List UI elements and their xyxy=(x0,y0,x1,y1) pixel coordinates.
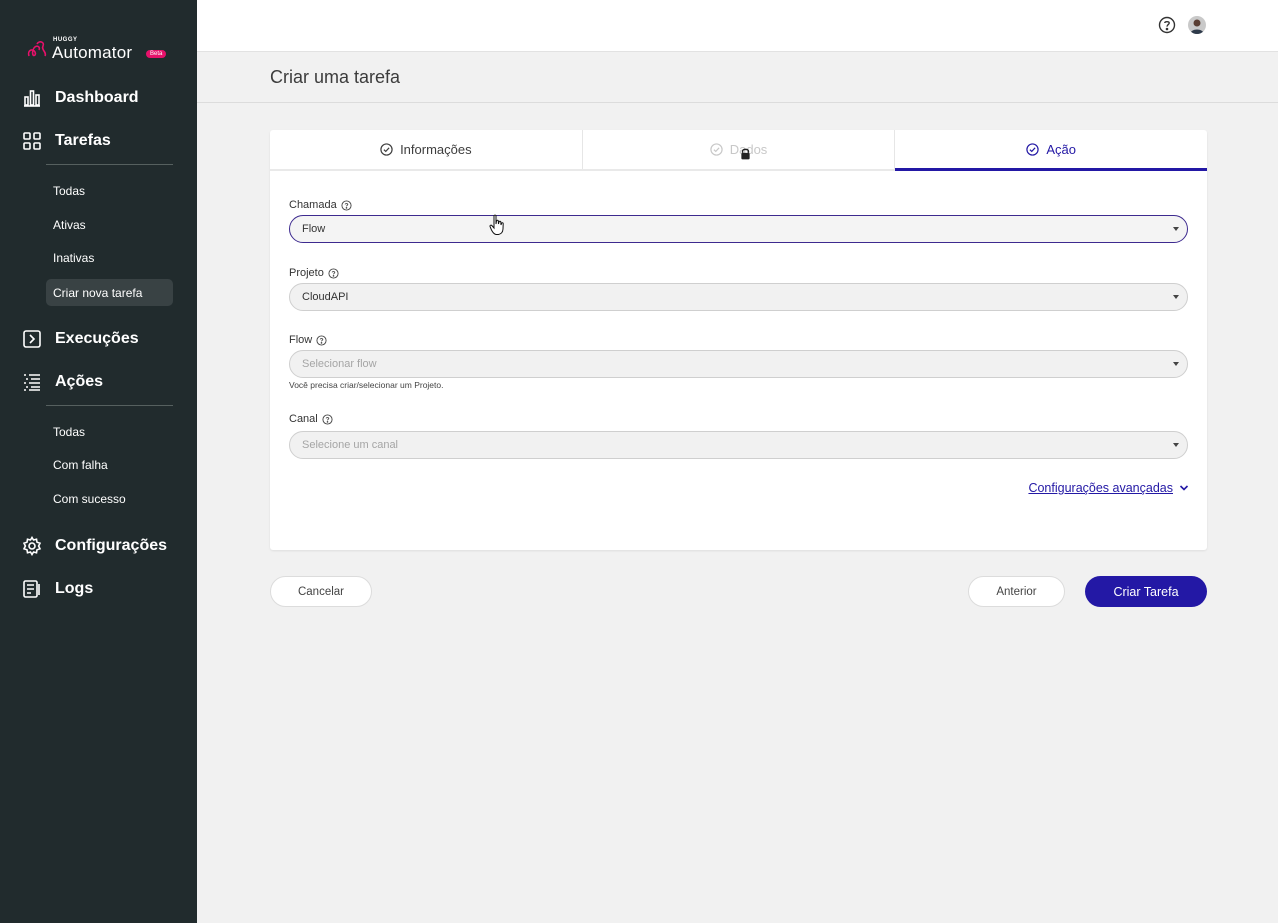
nav-divider xyxy=(46,405,173,406)
logo-mark-icon xyxy=(27,41,47,57)
cancel-button[interactable]: Cancelar xyxy=(270,576,372,607)
advanced-settings-label: Configurações avançadas xyxy=(1028,481,1173,495)
user-avatar[interactable] xyxy=(1188,16,1206,34)
logo[interactable]: HUGGY Automator Beta xyxy=(25,36,175,66)
caret-down-icon xyxy=(1173,295,1179,299)
nav-tarefas-label: Tarefas xyxy=(55,132,111,149)
caret-down-icon xyxy=(1173,362,1179,366)
flow-helper-text: Você precisa criar/selecionar um Projeto… xyxy=(289,380,444,390)
gear-icon xyxy=(22,536,42,556)
nav-configuracoes[interactable]: Configurações xyxy=(22,536,167,556)
chamada-label-text: Chamada xyxy=(289,199,337,211)
nav-dashboard-label: Dashboard xyxy=(55,89,139,106)
terminal-icon xyxy=(23,330,41,348)
projeto-value: CloudAPI xyxy=(302,291,349,303)
step-tabs: Informações Dados Ação xyxy=(270,130,1207,171)
tab-informacoes-label: Informações xyxy=(400,142,472,157)
flow-select[interactable]: Selecionar flow xyxy=(289,350,1188,378)
chamada-select[interactable]: Flow xyxy=(289,215,1188,243)
advanced-settings-link[interactable]: Configurações avançadas xyxy=(1028,481,1189,495)
projeto-select[interactable]: CloudAPI xyxy=(289,283,1188,311)
canal-select[interactable]: Selecione um canal xyxy=(289,431,1188,459)
sidebar-item-criar-nova-tarefa[interactable]: Criar nova tarefa xyxy=(46,279,173,306)
sidebar-item-com-falha[interactable]: Com falha xyxy=(46,451,173,478)
flow-label: Flow xyxy=(289,334,327,346)
chevron-down-icon xyxy=(1179,485,1189,491)
lock-icon xyxy=(741,148,750,160)
canal-label: Canal xyxy=(289,413,333,425)
bar-chart-icon xyxy=(24,90,40,107)
nav-tarefas[interactable]: Tarefas xyxy=(22,131,111,151)
grid-icon xyxy=(23,132,41,150)
form-card: Informações Dados Ação Chamada Flow Proj… xyxy=(270,130,1207,550)
tab-informacoes[interactable]: Informações xyxy=(270,130,583,169)
caret-down-icon xyxy=(1173,443,1179,447)
hand-cursor-icon xyxy=(489,214,504,235)
projeto-label: Projeto xyxy=(289,267,339,279)
check-circle-icon xyxy=(1026,143,1040,156)
list-icon xyxy=(24,374,40,391)
previous-button[interactable]: Anterior xyxy=(968,576,1065,607)
flow-placeholder: Selecionar flow xyxy=(302,358,377,370)
nav-logs-label: Logs xyxy=(55,580,94,597)
nav-divider xyxy=(46,164,173,165)
flow-label-text: Flow xyxy=(289,334,313,346)
help-icon[interactable] xyxy=(316,334,327,346)
tab-dados[interactable]: Dados xyxy=(583,130,896,169)
nav-execucoes-label: Execuções xyxy=(55,330,139,347)
sidebar-item-acoes-todas[interactable]: Todas xyxy=(46,418,173,445)
nav-configuracoes-label: Configurações xyxy=(55,537,168,554)
help-icon[interactable] xyxy=(328,267,339,279)
projeto-label-text: Projeto xyxy=(289,267,324,279)
nav-logs[interactable]: Logs xyxy=(22,579,93,599)
document-icon xyxy=(23,580,40,598)
check-circle-icon xyxy=(710,143,723,156)
sidebar-item-ativas[interactable]: Ativas xyxy=(46,211,173,238)
help-icon[interactable] xyxy=(322,413,333,425)
sidebar-item-inativas[interactable]: Inativas xyxy=(46,244,173,271)
avatar-icon xyxy=(1190,19,1204,34)
help-icon[interactable] xyxy=(1158,16,1176,34)
chamada-label: Chamada xyxy=(289,199,352,211)
sidebar: HUGGY Automator Beta Dashboard Tarefas T… xyxy=(0,0,197,923)
caret-down-icon xyxy=(1173,227,1179,231)
page-title: Criar uma tarefa xyxy=(270,67,401,87)
topbar xyxy=(197,0,1278,52)
help-icon[interactable] xyxy=(341,199,352,211)
chamada-value: Flow xyxy=(302,223,326,235)
check-circle-icon xyxy=(380,143,393,156)
title-bar: Criar uma tarefa xyxy=(197,52,1278,103)
beta-badge: Beta xyxy=(146,50,167,58)
nav-execucoes[interactable]: Execuções xyxy=(22,329,139,349)
sidebar-item-todas[interactable]: Todas xyxy=(46,177,173,204)
canal-placeholder: Selecione um canal xyxy=(302,439,399,451)
nav-acoes[interactable]: Ações xyxy=(22,372,103,392)
tab-acao[interactable]: Ação xyxy=(895,130,1207,171)
create-task-button[interactable]: Criar Tarefa xyxy=(1085,576,1207,607)
nav-acoes-label: Ações xyxy=(55,373,104,390)
nav-dashboard[interactable]: Dashboard xyxy=(22,88,139,108)
tab-acao-label: Ação xyxy=(1046,142,1076,157)
logo-text: Automator xyxy=(52,43,133,62)
canal-label-text: Canal xyxy=(289,413,318,425)
sidebar-item-com-sucesso[interactable]: Com sucesso xyxy=(46,485,173,512)
